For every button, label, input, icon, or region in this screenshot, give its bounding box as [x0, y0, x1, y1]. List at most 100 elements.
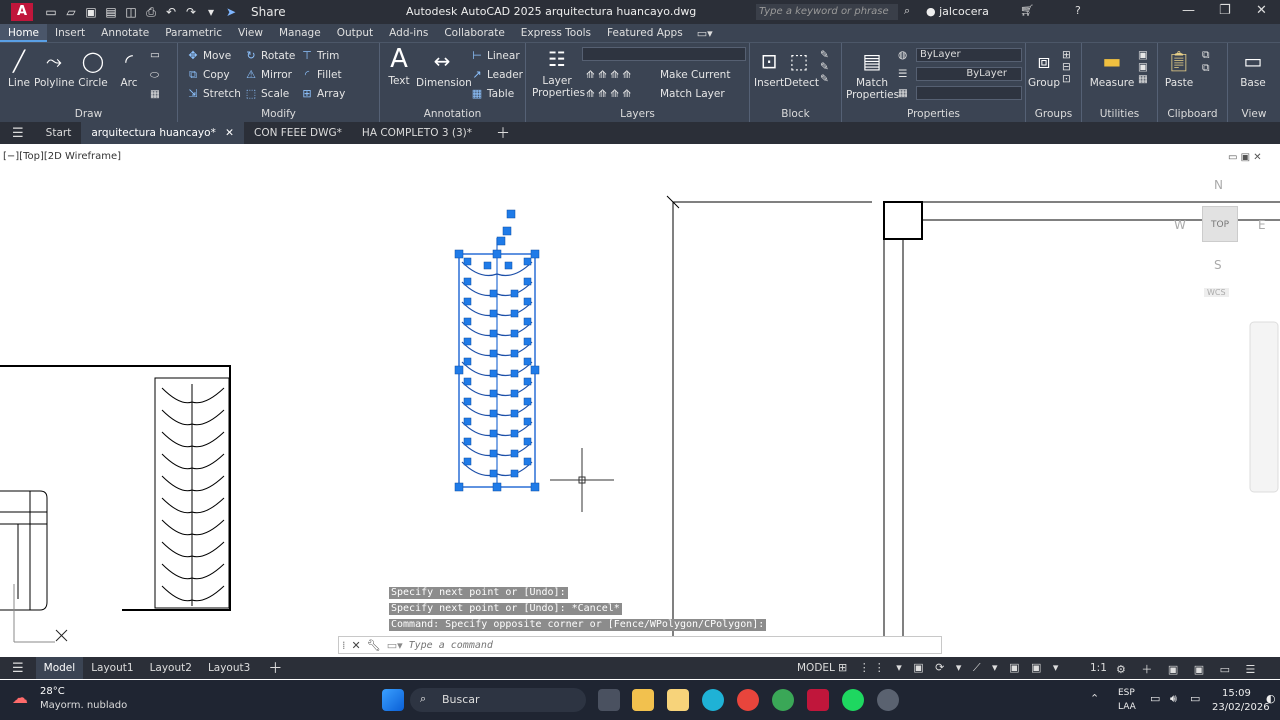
maximize-button[interactable]: ❐	[1219, 3, 1231, 18]
polyline-button[interactable]: ⤳ Polyline	[34, 49, 74, 89]
drawing-area[interactable]: [−][Top][2D Wireframe] ▭ ▣ ✕ N W TOP E S…	[0, 144, 1280, 654]
rotate-button[interactable]: ↻ Rotate	[244, 49, 295, 62]
transparency-icon[interactable]: ▦	[898, 87, 908, 99]
close-command-icon[interactable]: ✕	[352, 639, 361, 652]
detect-button[interactable]: ⬚ Detect	[784, 49, 819, 89]
text-button[interactable]: A Text	[386, 46, 412, 87]
panel-groups-title[interactable]: Groups	[1026, 108, 1081, 120]
panel-view-title[interactable]: View	[1228, 108, 1280, 120]
mirror-button[interactable]: ⚠ Mirror	[244, 68, 292, 81]
viewcube[interactable]: N W TOP E S WCS	[1172, 174, 1272, 304]
doc-tab-ha-completo[interactable]: HA COMPLETO 3 (3)*	[352, 122, 482, 144]
file-explorer-icon[interactable]	[632, 689, 654, 711]
stretch-button[interactable]: ⇲ Stretch	[186, 87, 240, 100]
layout-tab-layout3[interactable]: Layout3	[200, 657, 258, 679]
autocad-logo[interactable]: A	[11, 3, 33, 21]
task-view-icon[interactable]	[598, 689, 620, 711]
table-button[interactable]: ▦ Table	[470, 87, 514, 100]
color-dropdown[interactable]: ByLayer	[916, 48, 1022, 62]
tab-home[interactable]: Home	[0, 24, 48, 42]
share-icon[interactable]: ➤	[223, 5, 239, 19]
recent-commands-icon[interactable]: ▭▾	[387, 639, 403, 652]
doc-tab-start[interactable]: Start	[36, 122, 82, 144]
language-top[interactable]: ESP	[1118, 688, 1135, 698]
panel-clipboard-title[interactable]: Clipboard	[1158, 108, 1227, 120]
clock-time[interactable]: 15:09	[1222, 688, 1251, 699]
keyword-search-input[interactable]: Type a keyword or phrase	[756, 4, 898, 20]
rectangle-icon[interactable]: ▭	[150, 49, 160, 61]
group-button[interactable]: ⧈ Group	[1026, 49, 1062, 89]
panel-utilities-title[interactable]: Utilities	[1082, 108, 1157, 120]
panel-layers-title[interactable]: Layers	[526, 108, 749, 120]
panel-block-title[interactable]: Block	[750, 108, 841, 120]
save-icon[interactable]: ▣	[83, 5, 99, 19]
layer-tools-2-icon[interactable]: ⟰ ⟰ ⟰ ⟰	[586, 88, 631, 100]
share-button[interactable]: Share	[251, 5, 286, 19]
model-space-toggle[interactable]: MODEL	[797, 662, 835, 674]
viewcube-east[interactable]: E	[1258, 218, 1266, 232]
viewcube-north[interactable]: N	[1214, 178, 1223, 192]
wcs-menu[interactable]: WCS	[1204, 288, 1229, 297]
close-window-button[interactable]: ✕	[1256, 3, 1267, 18]
fillet-button[interactable]: ◜ Fillet	[300, 68, 342, 81]
help-icon[interactable]: ?	[1075, 4, 1081, 17]
layer-properties-button[interactable]: ☷ Layer Properties	[532, 47, 585, 99]
circle-button[interactable]: ◯ Circle	[78, 49, 108, 89]
clock-date[interactable]: 23/02/2026	[1212, 702, 1270, 713]
array-button[interactable]: ⊞ Array	[300, 87, 345, 100]
layout-tab-layout1[interactable]: Layout1	[83, 657, 141, 679]
tab-view[interactable]: View	[230, 24, 271, 42]
battery-icon[interactable]: ▭	[1190, 692, 1200, 705]
doc-tab-con-feee[interactable]: CON FEEE DWG*	[244, 122, 352, 144]
transparency-dropdown[interactable]	[916, 86, 1022, 100]
layout-tab-model[interactable]: Model	[35, 657, 84, 679]
insert-button[interactable]: ⊡ Insert	[754, 49, 784, 89]
match-layer-button[interactable]: Match Layer	[660, 88, 725, 100]
annotation-scale-toggle[interactable]: 1:1	[1090, 662, 1107, 674]
chrome-icon[interactable]	[737, 689, 759, 711]
panel-draw-title[interactable]: Draw	[0, 108, 177, 120]
panel-modify-title[interactable]: Modify	[178, 108, 379, 120]
store-icon[interactable]	[667, 689, 689, 711]
trim-button[interactable]: ⊤ Trim	[300, 49, 339, 62]
panel-properties-title[interactable]: Properties	[842, 108, 1025, 120]
clipboard-tools-icon[interactable]: ⧉ ⧉	[1202, 49, 1210, 75]
linear-button[interactable]: ⊢ Linear	[470, 49, 519, 62]
minimize-button[interactable]: —	[1182, 3, 1195, 18]
chrome-profile-icon[interactable]	[772, 689, 794, 711]
doc-tab-arquitectura[interactable]: arquitectura huancayo* ✕	[81, 122, 244, 144]
menu-icon[interactable]: ☰	[0, 126, 36, 141]
new-icon[interactable]: ▭	[43, 5, 59, 19]
layout-tab-layout2[interactable]: Layout2	[142, 657, 200, 679]
web-open-icon[interactable]: ◫	[123, 5, 139, 19]
leader-button[interactable]: ↗ Leader	[470, 68, 523, 81]
tab-add-ins[interactable]: Add-ins	[381, 24, 436, 42]
layout-menu-icon[interactable]: ☰	[0, 661, 36, 676]
paste-button[interactable]: 📋︎ Paste	[1162, 49, 1196, 89]
network-icon[interactable]: ▭	[1150, 692, 1160, 705]
layer-tools-icon[interactable]: ⟰ ⟰ ⟰ ⟰	[586, 69, 631, 81]
hatch-icon[interactable]: ⬭	[150, 69, 159, 82]
tab-manage[interactable]: Manage	[271, 24, 329, 42]
undo-icon[interactable]: ↶	[163, 5, 179, 19]
add-layout-icon[interactable]: ＋	[258, 658, 292, 678]
customize-icon[interactable]: 🔧︎	[367, 639, 381, 652]
layer-dropdown[interactable]	[582, 47, 746, 61]
tab-express-tools[interactable]: Express Tools	[513, 24, 599, 42]
color-wheel-icon[interactable]: ◍	[898, 49, 907, 61]
match-properties-button[interactable]: ▤ Match Properties	[846, 49, 899, 101]
tab-output[interactable]: Output	[329, 24, 381, 42]
command-grip-icon[interactable]: ⁞	[342, 639, 346, 652]
edge-icon[interactable]	[702, 689, 724, 711]
viewcube-south[interactable]: S	[1214, 258, 1222, 272]
status-right-icons[interactable]: ⚙ ＋ ▣ ▣ ▭ ☰	[1116, 661, 1261, 677]
gradient-icon[interactable]: ▦	[150, 88, 160, 100]
block-tools-icon[interactable]: ✎ ✎ ✎	[820, 49, 829, 85]
windows-start-icon[interactable]	[382, 689, 404, 711]
panel-annotation-title[interactable]: Annotation	[380, 108, 525, 120]
dimension-button[interactable]: ↔ Dimension	[416, 49, 472, 89]
status-tools-icon[interactable]: ⊞ ⋮⋮ ▾ ▣ ⟳ ▾ ⟋ ▾ ▣ ▣ ▾	[838, 661, 1062, 675]
arc-button[interactable]: ◜ Arc	[114, 49, 144, 89]
tab-featured-apps[interactable]: Featured Apps	[599, 24, 691, 42]
tab-parametric[interactable]: Parametric	[157, 24, 230, 42]
